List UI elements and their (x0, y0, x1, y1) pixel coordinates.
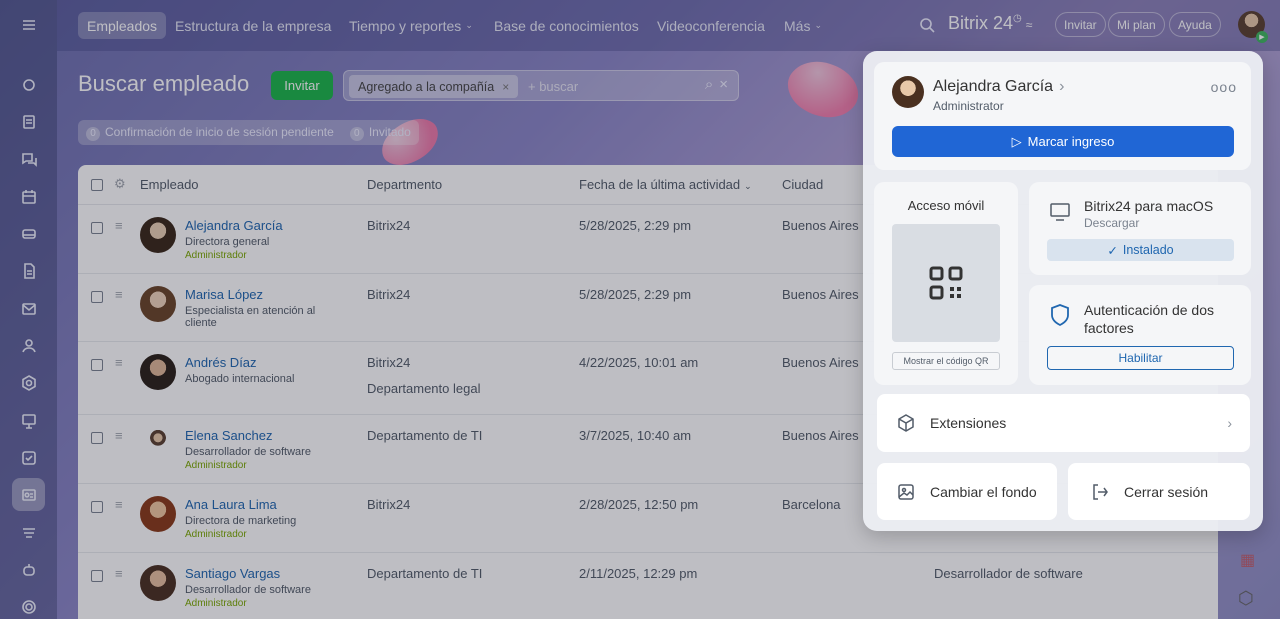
mobile-access-title: Acceso móvil (907, 198, 985, 213)
shield-icon (1051, 304, 1069, 327)
two-factor-title: Autenticación de dos factores (1084, 302, 1214, 336)
extensions-item[interactable]: Extensiones › (877, 394, 1250, 452)
more-icon[interactable]: ooo (1211, 79, 1237, 95)
macos-download[interactable]: Descargar (1084, 216, 1139, 230)
image-icon (898, 483, 914, 500)
two-factor-card: Autenticación de dos factores Habilitar (1029, 285, 1251, 385)
check-icon: ✓ (1107, 243, 1118, 258)
logout-item[interactable]: Cerrar sesión (1068, 463, 1250, 520)
extensions-label: Extensiones (930, 415, 1007, 431)
play-icon: ▷ (1011, 133, 1022, 149)
macos-app-card: Bitrix24 para macOS Descargar ✓ Instalado (1029, 182, 1251, 275)
change-background-label: Cambiar el fondo (930, 483, 1037, 500)
installed-button[interactable]: ✓ Instalado (1047, 239, 1234, 261)
qr-code (892, 224, 1000, 342)
user-menu-panel: Alejandra García › Administrator ooo ▷ Mar… (863, 51, 1263, 531)
macos-title: Bitrix24 para macOS (1084, 198, 1214, 214)
checkin-button[interactable]: ▷ Marcar ingreso (892, 126, 1234, 157)
change-background-item[interactable]: Cambiar el fondo (877, 463, 1057, 520)
mobile-access-card: Acceso móvil Mostrar el código QR (874, 182, 1018, 385)
chevron-right-icon: › (1059, 78, 1065, 95)
package-icon (898, 414, 914, 432)
installed-label: Instalado (1122, 243, 1174, 257)
monitor-icon (1050, 203, 1070, 221)
show-qr-button[interactable]: Mostrar el código QR (892, 352, 1000, 370)
user-role: Administrator (933, 99, 1004, 113)
chevron-right-icon: › (1227, 415, 1232, 431)
enable-button[interactable]: Habilitar (1047, 346, 1234, 370)
user-avatar[interactable] (892, 76, 924, 108)
user-name-label: Alejandra García (933, 78, 1054, 95)
logout-icon (1093, 483, 1108, 500)
user-name[interactable]: Alejandra García › (933, 78, 1064, 96)
logout-label: Cerrar sesión (1124, 483, 1209, 500)
qr-icon (929, 266, 963, 300)
checkin-label: Marcar ingreso (1027, 134, 1115, 149)
user-card: Alejandra García › Administrator ooo ▷ Mar… (874, 62, 1251, 170)
